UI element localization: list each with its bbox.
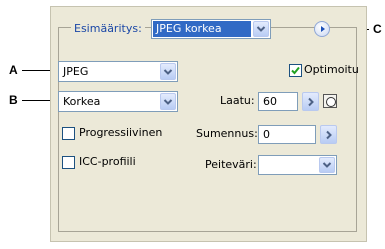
blur-input[interactable]: 0 (258, 125, 316, 144)
callout-label-b: B (9, 93, 18, 107)
preset-select[interactable]: JPEG korkea (151, 19, 271, 39)
optimized-checkbox[interactable] (289, 64, 302, 77)
chevron-right-icon (325, 130, 332, 139)
quality-value: 60 (263, 95, 277, 108)
blur-stepper-button[interactable] (320, 125, 337, 144)
chevron-down-icon (163, 98, 173, 105)
preset-value: JPEG korkea (153, 21, 251, 37)
matte-select[interactable] (258, 155, 337, 175)
callout-label-c: C (373, 22, 382, 36)
format-dropdown-button[interactable] (160, 63, 176, 80)
quality-stepper-button[interactable] (302, 92, 319, 111)
icc-profile-label: ICC-profiili (79, 155, 136, 168)
icc-profile-checkbox[interactable] (62, 156, 75, 169)
chevron-right-icon (307, 97, 314, 106)
quality-preset-value: Korkea (63, 95, 101, 108)
blur-value: 0 (263, 128, 270, 141)
blur-label: Sumennus: (196, 127, 258, 140)
format-select[interactable]: JPEG (58, 61, 178, 82)
optimized-label: Optimoitu (304, 63, 359, 76)
chevron-down-icon (163, 68, 173, 75)
panel-menu-button[interactable] (314, 21, 330, 37)
quality-channel-button[interactable] (323, 94, 337, 108)
chevron-down-icon (256, 26, 266, 32)
progressive-label: Progressiivinen (79, 126, 163, 139)
matte-label: Peiteväri: (205, 158, 257, 171)
quality-label: Laatu: (220, 94, 255, 107)
preset-dropdown-button[interactable] (253, 21, 269, 37)
format-value: JPEG (63, 65, 89, 78)
eyedropper-icon (326, 97, 336, 107)
circle-arrow-icon (321, 26, 325, 32)
progressive-checkbox[interactable] (62, 127, 75, 140)
preset-label: Esimääritys: (71, 22, 145, 36)
quality-preset-dropdown-button[interactable] (160, 93, 176, 110)
chevron-down-icon (322, 162, 332, 168)
quality-input[interactable]: 60 (258, 92, 298, 111)
quality-preset-select[interactable]: Korkea (58, 91, 178, 112)
matte-dropdown-button[interactable] (319, 157, 335, 173)
optimize-panel: Esimääritys: JPEG korkea JPEG Optimoitu … (50, 6, 367, 242)
callout-label-a: A (9, 63, 18, 77)
checkmark-icon (291, 66, 300, 75)
